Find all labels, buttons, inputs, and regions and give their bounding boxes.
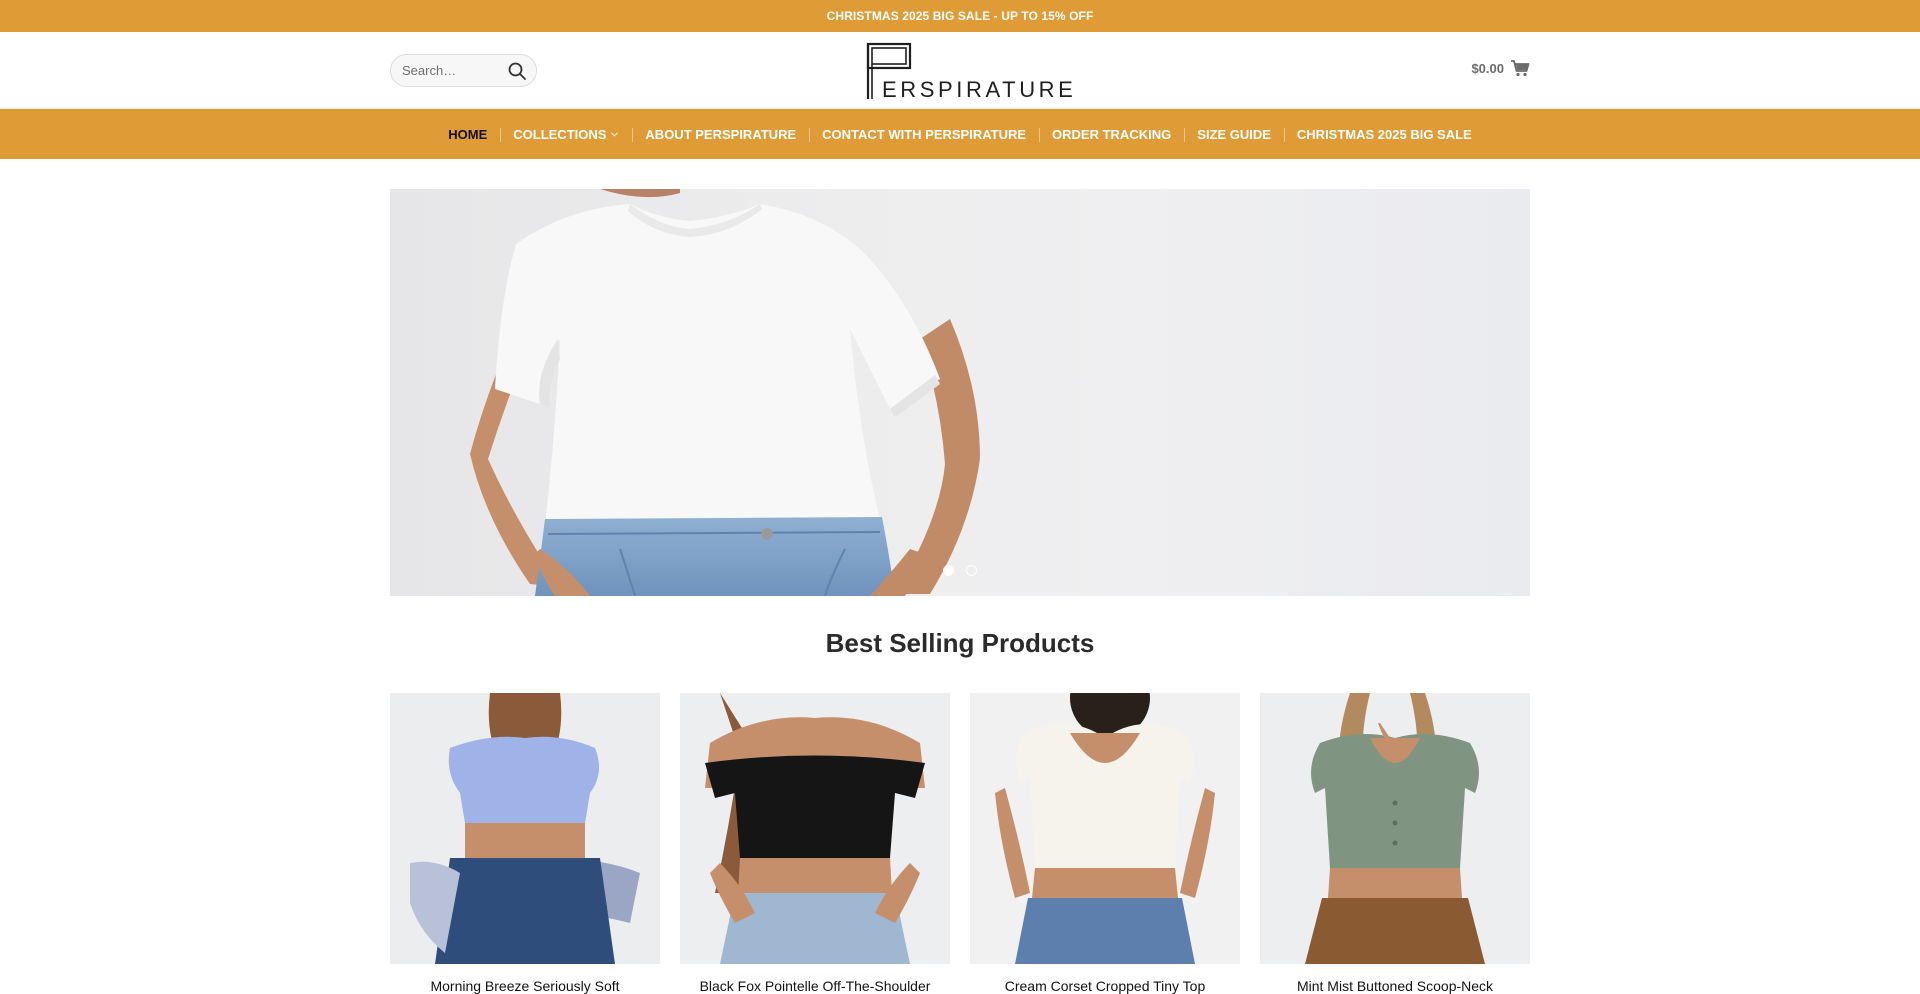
nav-item-home[interactable]: HOME — [435, 127, 500, 142]
cart-link[interactable]: $0.00 — [1471, 59, 1530, 77]
nav-item-size-guide[interactable]: SIZE GUIDE — [1184, 127, 1284, 142]
cart-icon — [1510, 59, 1530, 77]
nav-item-christmas-sale[interactable]: CHRISTMAS 2025 BIG SALE — [1283, 126, 1485, 142]
main-nav: HOME COLLECTIONS ABOUT PERSPIRATURE CONT… — [0, 109, 1920, 159]
nav-item-label: CHRISTMAS 2025 BIG SALE — [1296, 126, 1472, 142]
product-image[interactable] — [1260, 693, 1530, 964]
chevron-down-icon — [611, 131, 619, 137]
search-form — [390, 54, 537, 87]
nav-item-label: CONTACT WITH PERSPIRATURE — [822, 126, 1027, 142]
promo-text: CHRISTMAS 2025 BIG SALE - UP TO 15% OFF — [826, 9, 1094, 23]
product-photo — [1260, 693, 1530, 964]
nav-item-label: COLLECTIONS — [513, 126, 607, 142]
nav-item-label: ORDER TRACKING — [1052, 126, 1172, 142]
product-card[interactable]: Black Fox Pointelle Off-The-Shoulder — [680, 693, 950, 994]
product-image[interactable] — [390, 693, 660, 964]
product-photo — [390, 693, 660, 964]
promo-bar: CHRISTMAS 2025 BIG SALE - UP TO 15% OFF — [0, 0, 1920, 32]
logo-wordmark: ERSPIRATURE — [882, 77, 1077, 102]
slider-dot-1[interactable] — [943, 565, 954, 576]
product-card[interactable]: Morning Breeze Seriously Soft — [390, 693, 660, 994]
site-header: ERSPIRATURE $0.00 — [0, 32, 1920, 109]
product-image[interactable] — [680, 693, 950, 964]
nav-item-about[interactable]: ABOUT PERSPIRATURE — [632, 127, 809, 142]
search-icon[interactable] — [507, 61, 527, 81]
hero-slider[interactable] — [390, 189, 1530, 596]
product-name[interactable]: Morning Breeze Seriously Soft — [390, 978, 660, 994]
nav-item-collections[interactable]: COLLECTIONS — [500, 127, 632, 142]
cart-total: $0.00 — [1471, 60, 1504, 76]
product-photo — [970, 693, 1240, 964]
nav-item-contact[interactable]: CONTACT WITH PERSPIRATURE — [809, 127, 1039, 142]
nav-item-label: ABOUT PERSPIRATURE — [645, 126, 797, 142]
hero-image — [470, 189, 980, 596]
nav-item-label: SIZE GUIDE — [1197, 126, 1271, 142]
product-name[interactable]: Cream Corset Cropped Tiny Top — [970, 978, 1240, 994]
product-grid: Morning Breeze Seriously Soft Black Fox … — [390, 693, 1530, 994]
product-card[interactable]: Cream Corset Cropped Tiny Top — [970, 693, 1240, 994]
nav-item-label: HOME — [448, 126, 488, 142]
product-image[interactable] — [970, 693, 1240, 964]
site-logo[interactable]: ERSPIRATURE — [862, 42, 1073, 102]
slider-dots — [943, 565, 977, 576]
nav-item-order-tracking[interactable]: ORDER TRACKING — [1039, 127, 1184, 142]
product-name[interactable]: Black Fox Pointelle Off-The-Shoulder — [680, 978, 950, 994]
section-title: Best Selling Products — [825, 628, 1095, 658]
search-input[interactable] — [402, 63, 507, 78]
product-card[interactable]: Mint Mist Buttoned Scoop-Neck — [1260, 693, 1530, 994]
product-photo — [680, 693, 950, 964]
slider-dot-2[interactable] — [966, 565, 977, 576]
product-name[interactable]: Mint Mist Buttoned Scoop-Neck — [1260, 978, 1530, 994]
